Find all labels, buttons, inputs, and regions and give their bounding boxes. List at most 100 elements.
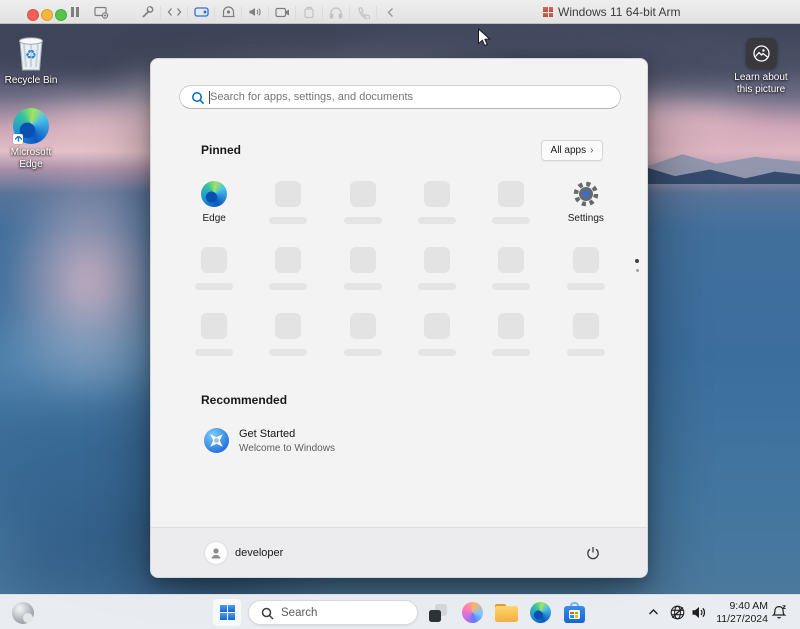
page-dot-active[interactable] — [635, 259, 639, 263]
pinned-tile-edge[interactable]: Edge — [177, 173, 251, 235]
pinned-tile-placeholder[interactable] — [251, 239, 325, 301]
store-icon — [564, 602, 585, 623]
code-icon[interactable] — [161, 0, 187, 24]
tray-notifications-button[interactable] — [771, 604, 787, 626]
copilot-button[interactable] — [458, 598, 486, 627]
desktop-icon-label: Recycle Bin — [5, 75, 58, 87]
pinned-tile-placeholder[interactable] — [177, 305, 251, 367]
taskbar: 9:40 AM 11/27/2024 — [0, 594, 800, 629]
shortcut-arrow-icon — [13, 134, 23, 144]
gear-icon — [573, 181, 599, 207]
placeholder-app-icon — [201, 313, 227, 339]
pinned-tile-placeholder[interactable] — [326, 173, 400, 235]
placeholder-app-icon — [275, 181, 301, 207]
desktop-icon-microsoft-edge[interactable]: Microsoft Edge — [3, 108, 59, 171]
placeholder-app-icon — [350, 247, 376, 273]
placeholder-app-label — [269, 217, 307, 224]
power-icon — [585, 545, 601, 561]
pinned-tile-placeholder[interactable] — [177, 239, 251, 301]
pinned-page-dots[interactable] — [634, 259, 640, 272]
pinned-tile-placeholder[interactable] — [549, 239, 623, 301]
placeholder-app-label — [492, 217, 530, 224]
pinned-tile-placeholder[interactable] — [251, 173, 325, 235]
usb-icon[interactable] — [296, 0, 322, 24]
taskbar-search-input[interactable] — [281, 602, 411, 623]
wrench-icon[interactable] — [134, 0, 160, 24]
hard-disk-icon[interactable] — [188, 0, 214, 24]
pinned-tile-placeholder[interactable] — [474, 305, 548, 367]
chevron-right-icon: › — [590, 146, 593, 156]
snapshots-icon[interactable] — [88, 0, 114, 24]
vm-window: Windows 11 64-bit Arm ♻ Recycle Bin — [0, 0, 800, 629]
task-view-button[interactable] — [424, 598, 452, 627]
start-search-input[interactable] — [210, 87, 610, 107]
edge-icon — [201, 181, 227, 207]
placeholder-app-icon — [201, 247, 227, 273]
taskbar-center — [212, 595, 588, 629]
pinned-tile-settings[interactable]: Settings — [549, 173, 623, 235]
pinned-tile-placeholder[interactable] — [400, 239, 474, 301]
power-button[interactable] — [581, 541, 605, 565]
placeholder-app-label — [492, 283, 530, 290]
desktop-icon-recycle-bin[interactable]: ♻ Recycle Bin — [2, 32, 60, 87]
placeholder-app-label — [567, 283, 605, 290]
chevron-up-icon — [648, 608, 659, 616]
sound-icon[interactable] — [242, 0, 268, 24]
placeholder-app-icon — [498, 247, 524, 273]
placeholder-app-icon — [424, 313, 450, 339]
cd-drive-icon[interactable] — [215, 0, 241, 24]
placeholder-app-label — [418, 349, 456, 356]
phone-icon[interactable] — [350, 0, 376, 24]
start-menu: Pinned All apps › Edge — [150, 58, 648, 578]
placeholder-app-icon — [424, 181, 450, 207]
widgets-weather-icon[interactable] — [12, 602, 34, 624]
file-explorer-button[interactable] — [492, 598, 520, 627]
pinned-tile-placeholder[interactable] — [400, 305, 474, 367]
pause-icon[interactable] — [62, 0, 88, 24]
pinned-tile-placeholder[interactable] — [326, 239, 400, 301]
start-search-box[interactable] — [179, 85, 621, 109]
recycle-bin-icon: ♻ — [14, 32, 48, 72]
desktop-icon-label: Microsoft Edge — [3, 147, 59, 171]
close-window-button[interactable] — [27, 9, 39, 21]
tray-clock[interactable]: 9:40 AM 11/27/2024 — [710, 600, 768, 625]
tray-time: 9:40 AM — [710, 600, 768, 613]
edge-icon — [530, 602, 551, 623]
tray-volume-button[interactable] — [690, 604, 707, 626]
camera-icon[interactable] — [269, 0, 295, 24]
search-icon — [261, 607, 274, 620]
desktop-icon-learn-about-picture[interactable]: Learn about this picture — [731, 38, 791, 96]
all-apps-button[interactable]: All apps › — [541, 140, 603, 161]
pinned-tile-placeholder[interactable] — [326, 305, 400, 367]
placeholder-app-label — [269, 349, 307, 356]
pinned-tile-placeholder[interactable] — [549, 305, 623, 367]
tray-show-hidden-icons[interactable] — [646, 605, 660, 619]
pinned-tile-placeholder[interactable] — [474, 239, 548, 301]
user-name: developer — [235, 547, 283, 559]
start-button[interactable] — [212, 598, 242, 627]
edge-button[interactable] — [526, 598, 554, 627]
all-apps-label: All apps — [551, 145, 587, 156]
pinned-tile-placeholder[interactable] — [400, 173, 474, 235]
recommended-item-get-started[interactable]: Get Started Welcome to Windows — [201, 425, 421, 456]
placeholder-app-label — [344, 283, 382, 290]
pinned-tile-placeholder[interactable] — [251, 305, 325, 367]
pinned-tile-label: Settings — [568, 213, 604, 224]
recommended-item-subtitle: Welcome to Windows — [239, 443, 335, 454]
tray-network-button[interactable] — [669, 604, 686, 626]
vm-os-icon — [543, 7, 553, 17]
page-dot[interactable] — [636, 269, 639, 272]
folder-icon — [495, 604, 518, 622]
minimize-window-button[interactable] — [41, 9, 53, 21]
user-avatar[interactable] — [205, 542, 227, 564]
headphones-icon[interactable] — [323, 0, 349, 24]
placeholder-app-label — [492, 349, 530, 356]
placeholder-app-label — [567, 349, 605, 356]
collapse-toolbar-icon[interactable] — [377, 0, 403, 24]
copilot-icon — [462, 602, 483, 623]
microsoft-store-button[interactable] — [560, 598, 588, 627]
recommended-item-title: Get Started — [239, 428, 335, 440]
taskbar-search-box[interactable] — [248, 600, 418, 625]
pinned-tile-placeholder[interactable] — [474, 173, 548, 235]
windows-logo-icon — [220, 605, 235, 620]
